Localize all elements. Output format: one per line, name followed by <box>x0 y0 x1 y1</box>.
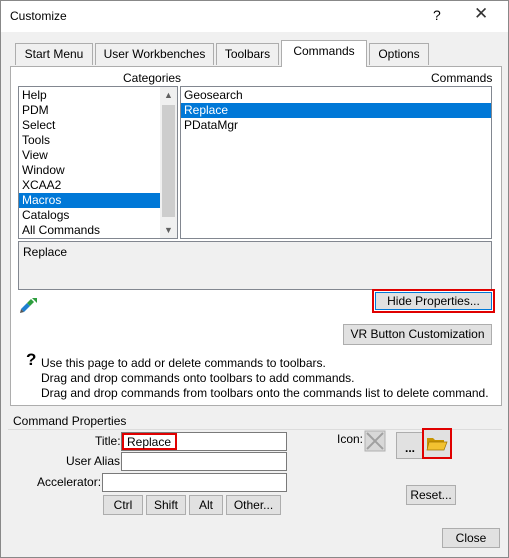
accelerator-field[interactable] <box>102 473 287 492</box>
icon-label: Icon: <box>337 432 364 446</box>
alt-button[interactable]: Alt <box>189 495 223 515</box>
category-item-help[interactable]: Help <box>19 88 161 103</box>
title-field[interactable]: Replace <box>121 432 287 451</box>
title-field-label: Title: <box>95 434 121 448</box>
help-line-3: Drag and drop commands from toolbars ont… <box>41 386 489 400</box>
commands-tab-panel: Categories Commands Help PDM Select Tool… <box>10 66 502 406</box>
command-description-box: Replace <box>18 241 492 290</box>
commands-label: Commands <box>431 71 493 85</box>
commands-list[interactable]: Geosearch Replace PDataMgr <box>180 86 492 239</box>
tab-options[interactable]: Options <box>369 43 429 65</box>
other-button[interactable]: Other... <box>226 495 281 515</box>
open-folder-icon[interactable] <box>422 428 452 459</box>
tab-toolbars[interactable]: Toolbars <box>216 43 279 65</box>
category-item-pdm[interactable]: PDM <box>19 103 161 118</box>
categories-scrollbar[interactable]: ▲ ▼ <box>160 87 177 238</box>
user-alias-field[interactable] <box>121 452 287 471</box>
categories-label: Categories <box>123 71 182 85</box>
command-item-replace[interactable]: Replace <box>181 103 491 118</box>
scroll-down-arrow-icon[interactable]: ▼ <box>160 222 177 238</box>
ctrl-button[interactable]: Ctrl <box>103 495 143 515</box>
category-item-window[interactable]: Window <box>19 163 161 178</box>
category-item-view[interactable]: View <box>19 148 161 163</box>
categories-list[interactable]: Help PDM Select Tools View Window XCAA2 … <box>18 86 178 239</box>
help-line-2: Drag and drop commands onto toolbars to … <box>41 371 355 385</box>
user-alias-label: User Alias: <box>66 454 124 468</box>
command-item-pdatamgr[interactable]: PDataMgr <box>181 118 491 133</box>
help-line-1: Use this page to add or delete commands … <box>41 356 326 370</box>
macro-icon[interactable] <box>18 295 40 315</box>
shift-button[interactable]: Shift <box>146 495 186 515</box>
empty-icon-placeholder <box>364 430 386 452</box>
commands-items: Geosearch Replace PDataMgr <box>181 88 491 133</box>
command-item-geosearch[interactable]: Geosearch <box>181 88 491 103</box>
command-properties-label: Command Properties <box>13 414 127 428</box>
hide-properties-button[interactable]: Hide Properties... <box>375 292 492 310</box>
tab-commands[interactable]: Commands <box>281 40 367 67</box>
category-item-catalogs[interactable]: Catalogs <box>19 208 161 223</box>
close-button[interactable]: Close <box>442 528 500 548</box>
accelerator-label: Accelerator: <box>37 475 102 489</box>
categories-items: Help PDM Select Tools View Window XCAA2 … <box>19 88 161 238</box>
category-item-all-commands[interactable]: All Commands <box>19 223 161 238</box>
category-item-select[interactable]: Select <box>19 118 161 133</box>
vr-button-customization-button[interactable]: VR Button Customization <box>343 324 492 345</box>
hide-properties-highlight: Hide Properties... <box>372 289 495 313</box>
window-title: Customize <box>10 9 67 23</box>
scroll-thumb[interactable] <box>162 105 175 217</box>
help-button[interactable]: ? <box>433 7 441 23</box>
tab-user-workbenches[interactable]: User Workbenches <box>95 43 214 65</box>
tab-start-menu[interactable]: Start Menu <box>15 43 93 65</box>
category-item-macros[interactable]: Macros <box>19 193 161 208</box>
category-item-tools[interactable]: Tools <box>19 133 161 148</box>
reset-button[interactable]: Reset... <box>406 485 456 505</box>
category-item-xcaa2[interactable]: XCAA2 <box>19 178 161 193</box>
scroll-up-arrow-icon[interactable]: ▲ <box>160 87 177 103</box>
help-text-block: Use this page to add or delete commands … <box>41 356 489 401</box>
close-window-button[interactable]: ✕ <box>474 4 488 24</box>
icon-browse-button[interactable]: ... <box>396 432 424 459</box>
title-field-value: Replace <box>127 435 172 449</box>
title-bar: Customize ? ✕ <box>0 0 509 32</box>
command-description-text: Replace <box>23 245 68 259</box>
